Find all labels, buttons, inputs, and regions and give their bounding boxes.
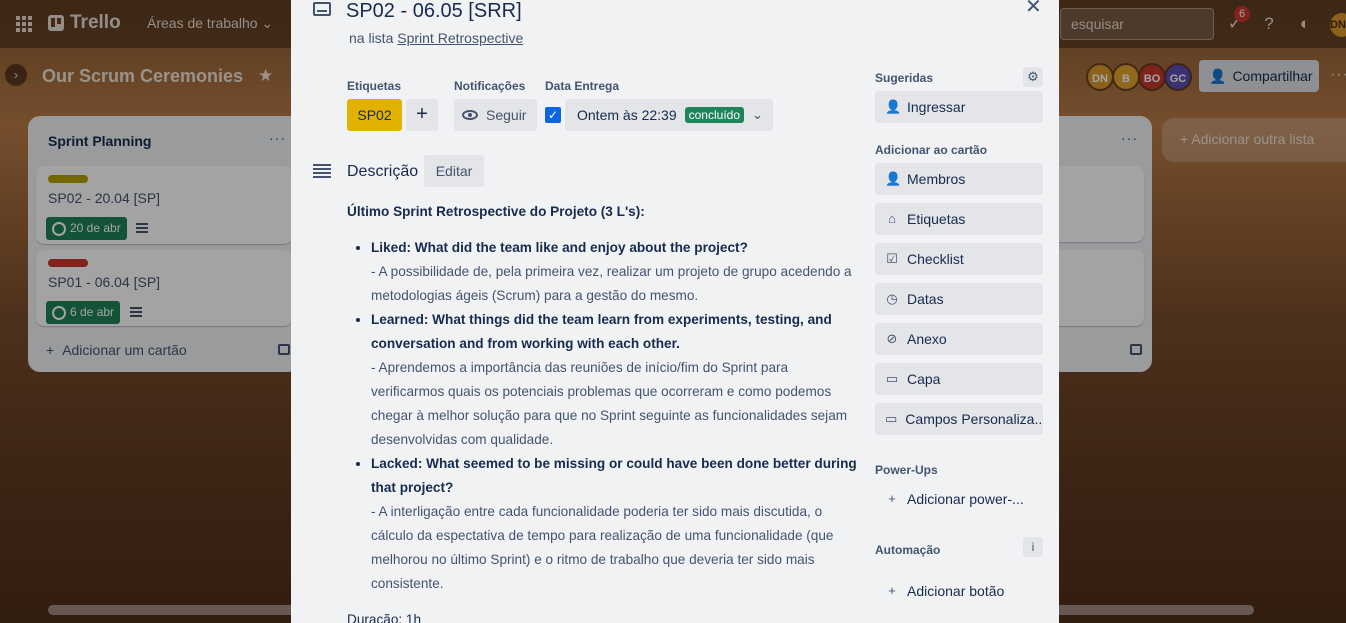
dates-label: Datas [907,291,944,307]
custom-fields-label: Campos Personaliza... [905,411,1043,427]
list-item-title: Liked: What did the team like and enjoy … [371,240,748,255]
notifications-heading: Notificações [454,79,526,93]
checklist-button[interactable]: ☑ Checklist [875,243,1043,275]
add-button-label: Adicionar botão [907,583,1005,599]
follow-label: Seguir [486,107,527,123]
due-status-badge: concluído [684,107,744,123]
list-item-title: Lacked: What seemed to be missing or cou… [371,456,857,495]
add-powerup-label: Adicionar power-... [907,491,1024,507]
card-detail-modal: SP02 - 06.05 [SRR] ✕ na lista Sprint Ret… [291,0,1059,623]
checklist-label: Checklist [907,251,964,267]
add-to-card-heading: Adicionar ao cartão [875,143,988,157]
duration-text: Duração: 1h [347,612,422,623]
join-button[interactable]: 👤 Ingressar [875,91,1043,123]
plus-icon: + [888,491,896,506]
follow-button[interactable]: Seguir [454,99,537,131]
cover-button[interactable]: ▭ Capa [875,363,1043,395]
label-chip[interactable]: SP02 [347,99,402,131]
cover-label: Capa [907,371,941,387]
paperclip-icon: ⊘ [886,331,898,346]
chevron-down-icon: ⌄ [752,107,763,122]
list-item: Lacked: What seemed to be missing or cou… [371,452,861,596]
add-button-button[interactable]: + Adicionar botão [875,575,1043,607]
dates-button[interactable]: ◷ Datas [875,283,1043,315]
due-date-button[interactable]: Ontem às 22:39 concluído ⌄ [565,99,773,131]
members-button[interactable]: 👤 Membros [875,163,1043,195]
close-icon[interactable]: ✕ [1025,0,1042,19]
card-list-info: na lista Sprint Retrospective [349,30,523,46]
list-item: Liked: What did the team like and enjoy … [371,236,861,308]
attachment-button[interactable]: ⊘ Anexo [875,323,1043,355]
labels-heading: Etiquetas [347,79,402,93]
gear-icon[interactable]: ⚙ [1023,67,1043,87]
person-icon: 👤 [885,99,902,114]
due-date-text: Ontem às 22:39 [577,107,677,123]
add-powerup-button[interactable]: + Adicionar power-... [875,483,1043,515]
card-title[interactable]: SP02 - 06.05 [SRR] [346,0,522,23]
custom-fields-icon: ▭ [885,411,898,426]
due-date-heading: Data Entrega [545,79,620,93]
labels-label: Etiquetas [907,211,966,227]
description-content[interactable]: Último Sprint Retrospective do Projeto (… [347,200,861,623]
list-item-detail: - A interligação entre cada funcionalida… [371,504,834,591]
plus-icon: + [888,583,896,598]
attachment-label: Anexo [907,331,947,347]
checklist-icon: ☑ [886,251,898,266]
list-item-detail: - A possibilidade de, pela primeira vez,… [371,264,852,303]
description-icon [313,164,331,178]
info-icon[interactable]: i [1023,537,1043,557]
add-label-button[interactable]: + [406,99,438,131]
list-item-detail: - Aprendemos a importância das reuniões … [371,360,848,447]
clock-icon: ◷ [886,291,898,306]
automation-heading: Automação [875,543,941,557]
join-label: Ingressar [907,99,966,115]
description-intro: Último Sprint Retrospective do Projeto (… [347,204,645,219]
due-complete-checkbox[interactable]: ✓ [545,107,561,123]
tag-icon: ⌂ [888,211,896,226]
list-item: Learned: What things did the team learn … [371,308,861,452]
in-list-prefix: na lista [349,30,394,46]
retro-list: Liked: What did the team like and enjoy … [371,236,861,596]
eye-icon [462,110,478,120]
custom-fields-button[interactable]: ▭ Campos Personaliza... [875,403,1043,435]
cover-icon: ▭ [885,371,899,386]
suggested-heading: Sugeridas [875,71,934,85]
powerups-heading: Power-Ups [875,463,938,477]
edit-description-button[interactable]: Editar [424,155,484,187]
members-label: Membros [907,171,966,187]
labels-button[interactable]: ⌂ Etiquetas [875,203,1043,235]
person-icon: 👤 [885,171,902,186]
list-link[interactable]: Sprint Retrospective [397,30,523,46]
card-icon [313,2,331,16]
description-heading: Descrição [347,163,419,180]
list-item-title: Learned: What things did the team learn … [371,312,832,351]
